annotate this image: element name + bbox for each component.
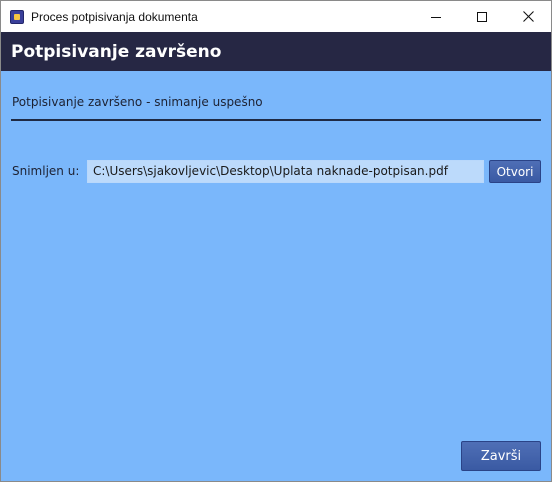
close-button[interactable] [505, 1, 551, 32]
window-title: Proces potpisivanja dokumenta [31, 9, 198, 24]
maximize-icon [477, 11, 487, 22]
dialog-window: Proces potpisivanja dokumenta Potpisivan… [0, 0, 552, 482]
saved-to-label: Snimljen u: [12, 164, 80, 178]
divider [11, 119, 541, 121]
minimize-icon [431, 16, 441, 18]
finish-button[interactable]: Završi [461, 441, 541, 471]
title-bar[interactable]: Proces potpisivanja dokumenta [1, 1, 551, 32]
app-icon [10, 9, 24, 24]
minimize-button[interactable] [413, 1, 459, 32]
open-button[interactable]: Otvori [489, 160, 541, 183]
page-title: Potpisivanje završeno [11, 41, 222, 62]
window-controls [413, 1, 551, 32]
maximize-button[interactable] [459, 1, 505, 32]
saved-path-field[interactable]: C:\Users\sjakovljevic\Desktop\Uplata nak… [87, 160, 484, 183]
status-message: Potpisivanje završeno - snimanje uspešno [12, 95, 263, 109]
close-icon [522, 11, 534, 22]
header-bar: Potpisivanje završeno [1, 32, 551, 71]
